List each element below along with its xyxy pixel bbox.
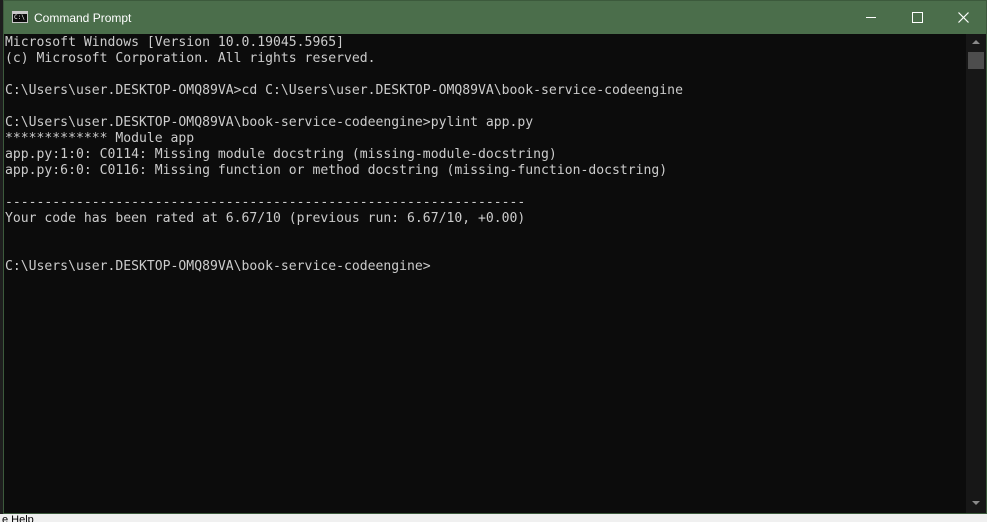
- console-line: ************* Module app: [5, 131, 195, 146]
- command-prompt-window: C:\ Command Prompt Microsoft Windows [Ve…: [3, 0, 987, 514]
- title-bar[interactable]: C:\ Command Prompt: [4, 1, 986, 34]
- vertical-scrollbar[interactable]: [966, 34, 986, 513]
- minimize-button[interactable]: [848, 1, 894, 34]
- scroll-up-arrow-icon[interactable]: [972, 40, 980, 44]
- background-window-strip: [0, 514, 987, 522]
- console-line: C:\Users\user.DESKTOP-OMQ89VA>cd C:\User…: [5, 83, 683, 98]
- maximize-button[interactable]: [894, 1, 940, 34]
- console-output-area[interactable]: Microsoft Windows [Version 10.0.19045.59…: [4, 34, 966, 513]
- console-line: C:\Users\user.DESKTOP-OMQ89VA\book-servi…: [5, 115, 534, 130]
- close-button[interactable]: [940, 1, 986, 34]
- window-title: Command Prompt: [34, 11, 132, 25]
- console-line: (c) Microsoft Corporation. All rights re…: [5, 51, 376, 66]
- console-line: ----------------------------------------…: [5, 195, 526, 210]
- scrollbar-thumb[interactable]: [968, 52, 984, 69]
- console-line: Your code has been rated at 6.67/10 (pre…: [5, 211, 526, 226]
- minimize-icon: [866, 17, 876, 18]
- console-line: app.py:6:0: C0116: Missing function or m…: [5, 163, 668, 178]
- background-help-text: e Help: [2, 514, 34, 522]
- console-text: Microsoft Windows [Version 10.0.19045.59…: [5, 35, 683, 275]
- command-prompt-icon[interactable]: C:\: [12, 11, 28, 23]
- console-line: app.py:1:0: C0114: Missing module docstr…: [5, 147, 557, 162]
- scroll-down-arrow-icon[interactable]: [972, 501, 980, 505]
- console-line: Microsoft Windows [Version 10.0.19045.59…: [5, 35, 344, 50]
- console-line: C:\Users\user.DESKTOP-OMQ89VA\book-servi…: [5, 259, 431, 274]
- maximize-icon: [911, 12, 923, 23]
- icon-label: C:\: [14, 14, 25, 21]
- close-icon: [957, 12, 969, 23]
